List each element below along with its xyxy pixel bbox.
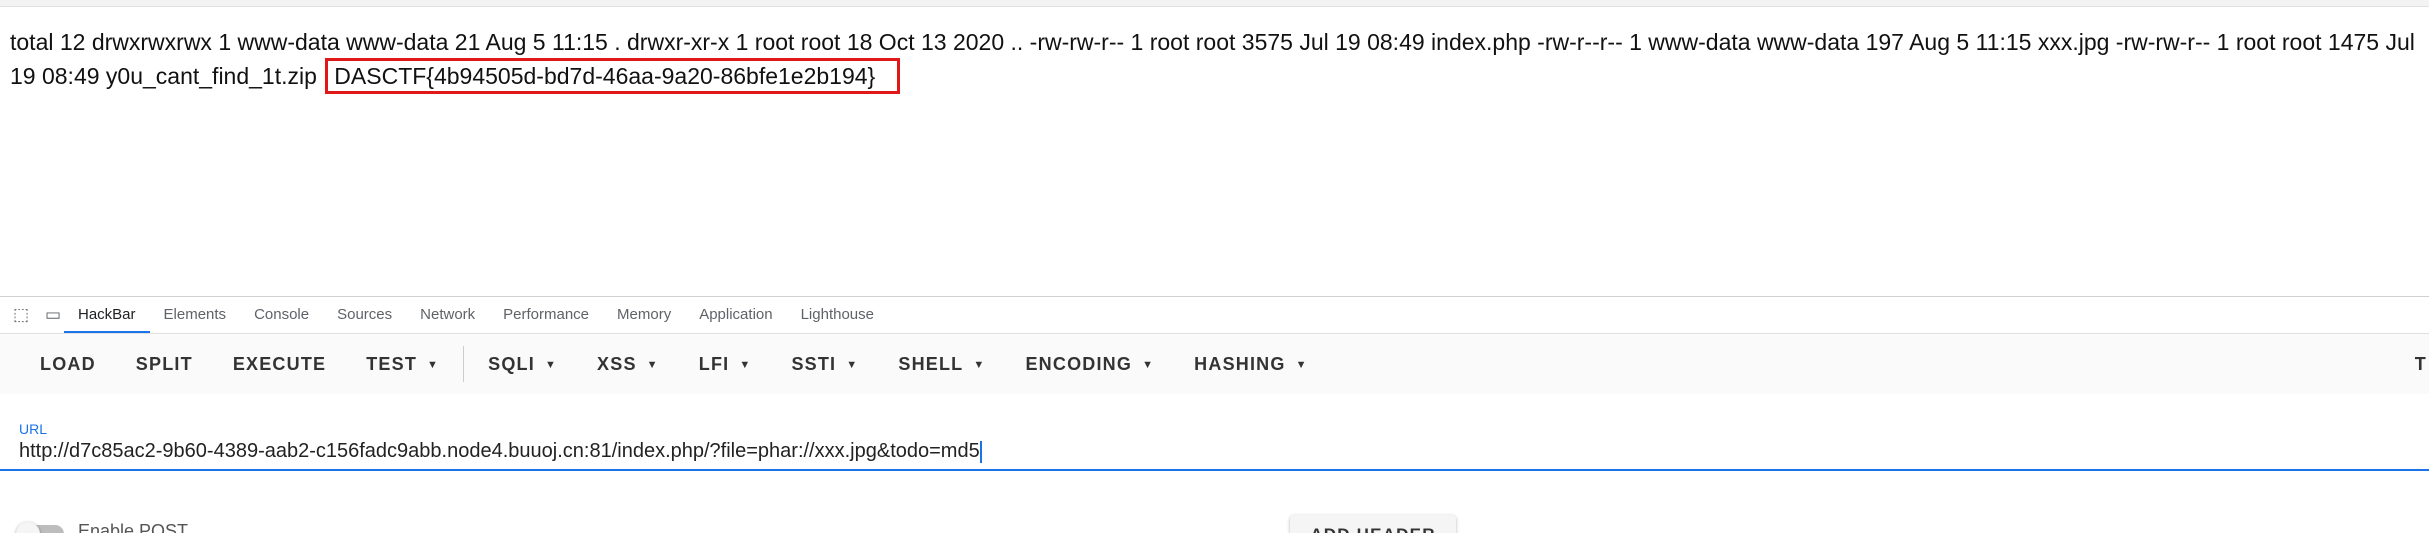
sqli-label: SQLI (488, 354, 535, 374)
encoding-menu-button[interactable]: ENCODING ▼ (1005, 334, 1174, 394)
devtools-panel: ⬚ ▭ HackBar Elements Console Sources Net… (0, 296, 2429, 533)
encoding-label: ENCODING (1025, 354, 1133, 374)
lfi-menu-button[interactable]: LFI ▼ (679, 334, 772, 394)
enable-post-label: Enable POST (78, 521, 189, 533)
ssti-menu-button[interactable]: SSTI ▼ (771, 334, 878, 394)
chevron-down-icon: ▼ (1142, 359, 1155, 372)
toolbar-divider (463, 346, 465, 382)
page-content: total 12 drwxrwxrwx 1 www-data www-data … (10, 26, 2420, 94)
tab-hackbar[interactable]: HackBar (64, 297, 150, 333)
shell-menu-button[interactable]: SHELL ▼ (878, 334, 1005, 394)
toolbar-overflow-label[interactable]: T (2415, 334, 2427, 394)
device-toolbar-icon[interactable]: ▭ (42, 304, 64, 326)
execute-button[interactable]: EXECUTE (213, 334, 346, 394)
browser-topbar-strip (0, 0, 2429, 7)
split-button[interactable]: SPLIT (116, 334, 213, 394)
tab-application[interactable]: Application (685, 297, 786, 333)
tab-elements[interactable]: Elements (150, 297, 241, 333)
sqli-menu-button[interactable]: SQLI ▼ (468, 334, 577, 394)
text-cursor (979, 440, 982, 463)
url-value-text: http://d7c85ac2-9b60-4389-aab2-c156fadc9… (19, 440, 980, 462)
chevron-down-icon: ▼ (544, 359, 558, 372)
ssti-label: SSTI (791, 354, 837, 374)
tab-console[interactable]: Console (240, 297, 323, 333)
hashing-menu-button[interactable]: HASHING ▼ (1174, 334, 1328, 394)
chevron-down-icon: ▼ (739, 359, 752, 372)
load-button[interactable]: LOAD (20, 334, 116, 394)
test-menu-button[interactable]: TEST ▼ (346, 334, 459, 394)
tab-sources[interactable]: Sources (323, 297, 406, 333)
toggle-knob (16, 522, 40, 533)
url-label: URL (19, 421, 48, 437)
chevron-down-icon: ▼ (1295, 359, 1308, 372)
flag-highlight: DASCTF{4b94505d-bd7d-46aa-9a20-86bfe1e2b… (325, 58, 901, 94)
url-field[interactable]: URL http://d7c85ac2-9b60-4389-aab2-c156f… (0, 413, 2429, 471)
xss-label: XSS (597, 354, 637, 374)
shell-label: SHELL (898, 354, 964, 374)
add-header-button[interactable]: ADD HEADER (1290, 515, 1456, 533)
tab-performance[interactable]: Performance (489, 297, 603, 333)
post-options-row: Enable POST ADD HEADER (0, 511, 2429, 533)
tab-memory[interactable]: Memory (603, 297, 685, 333)
chevron-down-icon: ▼ (973, 359, 986, 372)
devtools-tab-bar: ⬚ ▭ HackBar Elements Console Sources Net… (0, 297, 2429, 334)
hashing-label: HASHING (1194, 354, 1286, 374)
tab-network[interactable]: Network (406, 297, 489, 333)
inspect-element-icon[interactable]: ⬚ (10, 304, 32, 326)
hackbar-toolbar: LOAD SPLIT EXECUTE TEST ▼ SQLI ▼ XSS ▼ LFI ▼… (0, 334, 2429, 394)
flag-text: DASCTF{4b94505d-bd7d-46aa-9a20-86bfe1e2b… (334, 63, 876, 89)
test-label: TEST (366, 354, 418, 374)
url-input[interactable]: http://d7c85ac2-9b60-4389-aab2-c156fadc9… (19, 440, 982, 463)
xss-menu-button[interactable]: XSS ▼ (577, 334, 679, 394)
tab-lighthouse[interactable]: Lighthouse (787, 297, 888, 333)
chevron-down-icon: ▼ (646, 359, 659, 372)
lfi-label: LFI (698, 354, 730, 374)
chevron-down-icon: ▼ (846, 359, 859, 372)
chevron-down-icon: ▼ (427, 359, 440, 372)
